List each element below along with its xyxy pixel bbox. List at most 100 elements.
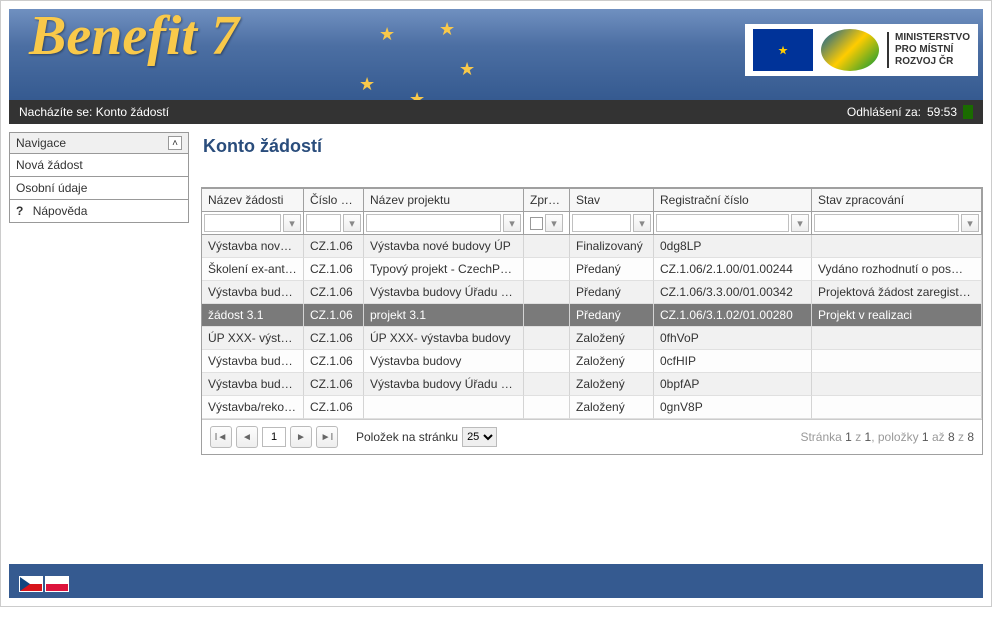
table-cell: Výstavba budov… (202, 281, 304, 304)
table-row[interactable]: Výstavba budov…CZ.1.06Výstavba budovy Úř… (202, 281, 982, 304)
table-cell: Výstavba budovy Úřadu p… (364, 281, 524, 304)
flag-czech[interactable] (19, 576, 43, 592)
table-row[interactable]: ÚP XXX- výstav…CZ.1.06ÚP XXX- výstavba b… (202, 327, 982, 350)
requests-grid: Název žádosti Číslo OP Název projektu Zp… (201, 187, 983, 455)
star-icon: ★ (359, 74, 375, 95)
grid-filter-row: ▾ ▾ ▾ ▾ ▾ ▾ ▾ (202, 212, 982, 235)
table-cell: Vydáno rozhodnutí o pos… (812, 258, 982, 281)
table-cell: Výstavba budov… (202, 350, 304, 373)
table-cell: 0bpfAP (654, 373, 812, 396)
items-per-page-select[interactable]: 25 (462, 427, 497, 447)
grid-footer: I◄ ◄ ► ►I Položek na stránku 25 Stránka … (202, 419, 982, 454)
table-cell (812, 396, 982, 419)
ministry-label: MINISTERSTVO PRO MÍSTNÍ ROZVOJ ČR (887, 32, 970, 68)
table-cell: Založený (570, 327, 654, 350)
table-cell: žádost 3.1 (202, 304, 304, 327)
collapse-icon[interactable]: ˄ (168, 136, 182, 150)
table-row[interactable]: Výstavba/rekon…CZ.1.06Založený0gnV8P (202, 396, 982, 419)
filter-stav[interactable] (572, 214, 631, 232)
filter-icon[interactable]: ▾ (343, 214, 361, 232)
filter-zprac[interactable] (814, 214, 959, 232)
page-summary: Stránka 1 z 1, položky 1 až 8 z 8 (800, 430, 974, 444)
mmr-logo-icon (821, 29, 879, 71)
page-current-input[interactable] (262, 427, 286, 447)
filter-projekt[interactable] (366, 214, 501, 232)
table-row[interactable]: žádost 3.1CZ.1.06projekt 3.1PředanýCZ.1.… (202, 304, 982, 327)
table-cell: 0fhVoP (654, 327, 812, 350)
breadcrumb-prefix: Nacházíte se: (19, 105, 92, 119)
table-row[interactable]: Výstavba budov…CZ.1.06Výstavba budovy Zal… (202, 350, 982, 373)
nav-item-new-request[interactable]: Nová žádost (9, 154, 189, 177)
page-next-button[interactable]: ► (290, 426, 312, 448)
timer-indicator-icon (963, 105, 973, 119)
col-header-zprava[interactable]: Zpráva (524, 188, 570, 212)
table-cell: Předaný (570, 281, 654, 304)
filter-icon[interactable]: ▾ (791, 214, 809, 232)
nav-header-label: Navigace (16, 136, 66, 150)
table-cell (812, 235, 982, 258)
filter-icon[interactable]: ▾ (633, 214, 651, 232)
star-icon: ★ (409, 89, 425, 100)
page-prev-button[interactable]: ◄ (236, 426, 258, 448)
star-icon: ★ (439, 19, 455, 40)
page-first-button[interactable]: I◄ (210, 426, 232, 448)
col-header-cislo[interactable]: Číslo OP (304, 188, 364, 212)
table-cell (524, 327, 570, 350)
table-cell (524, 350, 570, 373)
page-title: Konto žádostí (203, 136, 983, 157)
col-header-reg[interactable]: Registrační číslo (654, 188, 812, 212)
col-header-nazev[interactable]: Název žádosti (202, 188, 304, 212)
star-icon: ★ (459, 59, 475, 80)
table-cell: 0gnV8P (654, 396, 812, 419)
table-cell (812, 327, 982, 350)
logout-time: 59:53 (927, 105, 957, 119)
filter-nazev[interactable] (204, 214, 281, 232)
col-header-zprac[interactable]: Stav zpracování (812, 188, 982, 212)
page-last-button[interactable]: ►I (316, 426, 338, 448)
table-cell (524, 281, 570, 304)
nav-item-personal[interactable]: Osobní údaje (9, 177, 189, 200)
grid-header: Název žádosti Číslo OP Název projektu Zp… (202, 188, 982, 212)
table-row[interactable]: Výstavba nové…CZ.1.06Výstavba nové budov… (202, 235, 982, 258)
table-cell (812, 373, 982, 396)
filter-cislo[interactable] (306, 214, 341, 232)
filter-reg[interactable] (656, 214, 789, 232)
table-cell: CZ.1.06 (304, 235, 364, 258)
table-cell: Předaný (570, 304, 654, 327)
flag-polish[interactable] (45, 576, 69, 592)
table-cell (524, 258, 570, 281)
table-cell: 0dg8LP (654, 235, 812, 258)
table-cell: Finalizovaný (570, 235, 654, 258)
col-header-projekt[interactable]: Název projektu (364, 188, 524, 212)
table-cell: CZ.1.06/3.3.00/01.00342 (654, 281, 812, 304)
table-cell: Založený (570, 373, 654, 396)
table-cell: CZ.1.06 (304, 304, 364, 327)
table-cell: Školení ex-ante… (202, 258, 304, 281)
table-row[interactable]: Výstavba budov…CZ.1.06Výstavba budovy Úř… (202, 373, 982, 396)
table-cell: CZ.1.06 (304, 258, 364, 281)
breadcrumb-bar: Nacházíte se: Konto žádostí Odhlášení za… (1, 100, 991, 124)
table-cell (524, 396, 570, 419)
table-cell: CZ.1.06 (304, 350, 364, 373)
filter-icon[interactable]: ▾ (545, 214, 563, 232)
filter-zprava-checkbox[interactable] (530, 217, 543, 230)
sidebar: Navigace ˄ Nová žádost Osobní údaje Nápo… (9, 132, 189, 556)
table-cell: Projekt v realizaci (812, 304, 982, 327)
grid-body: Výstavba nové…CZ.1.06Výstavba nové budov… (202, 235, 982, 419)
col-header-stav[interactable]: Stav (570, 188, 654, 212)
filter-icon[interactable]: ▾ (283, 214, 301, 232)
table-cell: Výstavba budovy (364, 350, 524, 373)
logout-label: Odhlášení za: (847, 105, 921, 119)
nav-header[interactable]: Navigace ˄ (9, 132, 189, 154)
nav-item-help[interactable]: Nápověda (9, 200, 189, 223)
filter-icon[interactable]: ▾ (961, 214, 979, 232)
table-cell: Výstavba/rekon… (202, 396, 304, 419)
star-icon: ★ (379, 24, 395, 45)
breadcrumb-location: Konto žádostí (96, 105, 169, 119)
table-cell: Výstavba nové… (202, 235, 304, 258)
table-row[interactable]: Školení ex-ante…CZ.1.06Typový projekt - … (202, 258, 982, 281)
table-cell: Založený (570, 350, 654, 373)
filter-icon[interactable]: ▾ (503, 214, 521, 232)
app-banner: Benefit 7 ★ ★ ★ ★ ★ ⋆ MINISTERSTVO PRO M… (1, 1, 991, 100)
table-cell (364, 396, 524, 419)
